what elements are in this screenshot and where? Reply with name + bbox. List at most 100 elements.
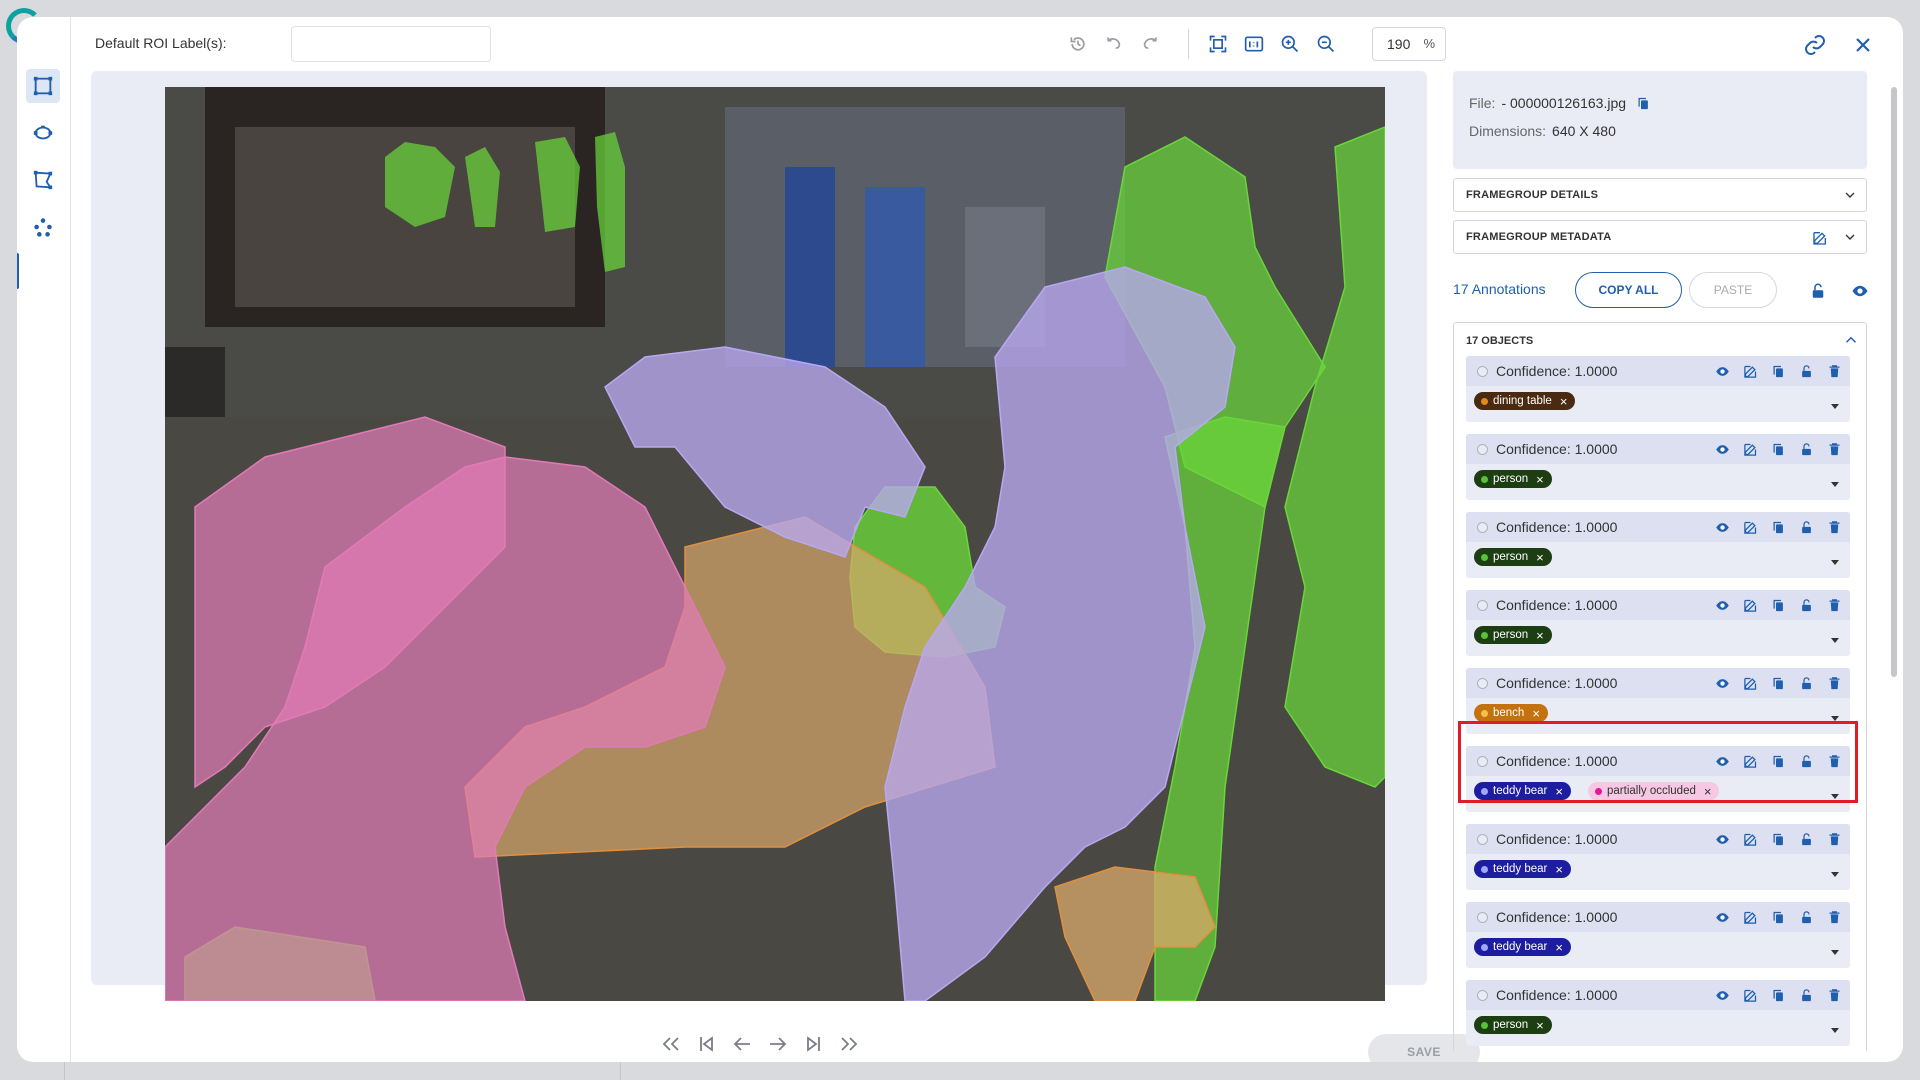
annotation-select-radio[interactable] [1477, 444, 1488, 455]
edit-button[interactable] [1741, 362, 1760, 381]
remove-label-icon[interactable]: × [1536, 629, 1544, 642]
delete-button[interactable] [1825, 674, 1844, 693]
copy-button[interactable] [1769, 674, 1788, 693]
remove-label-icon[interactable]: × [1536, 473, 1544, 486]
annotation-select-radio[interactable] [1477, 912, 1488, 923]
delete-button[interactable] [1825, 518, 1844, 537]
first-frame-button[interactable] [658, 1032, 682, 1056]
lock-open-button[interactable] [1797, 830, 1816, 849]
copy-icon[interactable] [1636, 96, 1651, 111]
delete-button[interactable] [1825, 362, 1844, 381]
label-chip[interactable]: bench × [1474, 704, 1548, 722]
annotation-select-radio[interactable] [1477, 522, 1488, 533]
copy-button[interactable] [1769, 908, 1788, 927]
visibility-button[interactable] [1713, 674, 1732, 693]
edit-button[interactable] [1741, 986, 1760, 1005]
ellipse-tool[interactable] [26, 116, 60, 150]
close-button[interactable] [1851, 33, 1875, 57]
redo-button[interactable] [1139, 33, 1161, 55]
framegroup-details-accordion[interactable]: FRAMEGROUP DETAILS [1453, 178, 1867, 212]
previous-frame-button[interactable] [730, 1032, 754, 1056]
annotation-card[interactable]: Confidence: 1.0000 person × [1466, 512, 1850, 578]
visibility-button[interactable] [1713, 362, 1732, 381]
remove-label-icon[interactable]: × [1555, 941, 1563, 954]
edit-button[interactable] [1741, 830, 1760, 849]
visibility-button[interactable] [1713, 440, 1732, 459]
previous-keyframe-button[interactable] [694, 1032, 718, 1056]
annotation-card[interactable]: Confidence: 1.0000 person × [1466, 590, 1850, 656]
zoom-level-input[interactable]: 190 % [1372, 27, 1446, 61]
next-frame-button[interactable] [766, 1032, 790, 1056]
polygon-tool[interactable] [26, 163, 60, 197]
expand-caret-icon[interactable] [1830, 1022, 1840, 1033]
lock-open-button[interactable] [1797, 518, 1816, 537]
lock-open-button[interactable] [1797, 674, 1816, 693]
visibility-button[interactable] [1713, 986, 1732, 1005]
annotation-card[interactable]: Confidence: 1.0000 teddy bear × [1466, 902, 1850, 968]
paste-button[interactable]: PASTE [1689, 272, 1777, 308]
reset-button[interactable] [1067, 33, 1089, 55]
expand-caret-icon[interactable] [1830, 710, 1840, 721]
expand-caret-icon[interactable] [1830, 398, 1840, 409]
last-frame-button[interactable] [838, 1032, 862, 1056]
expand-caret-icon[interactable] [1830, 554, 1840, 565]
copy-button[interactable] [1769, 830, 1788, 849]
undo-button[interactable] [1103, 33, 1125, 55]
edit-button[interactable] [1741, 518, 1760, 537]
expand-caret-icon[interactable] [1830, 866, 1840, 877]
label-chip[interactable]: dining table × [1474, 392, 1576, 410]
lock-open-icon[interactable] [1809, 282, 1827, 300]
delete-button[interactable] [1825, 440, 1844, 459]
share-link-button[interactable] [1803, 33, 1827, 57]
visibility-button[interactable] [1713, 518, 1732, 537]
edit-button[interactable] [1741, 596, 1760, 615]
next-keyframe-button[interactable] [802, 1032, 826, 1056]
annotation-select-radio[interactable] [1477, 834, 1488, 845]
remove-label-icon[interactable]: × [1555, 863, 1563, 876]
annotation-card[interactable]: Confidence: 1.0000 dining table × [1466, 356, 1850, 422]
label-chip[interactable]: teddy bear × [1474, 860, 1571, 878]
copy-button[interactable] [1769, 362, 1788, 381]
lock-open-button[interactable] [1797, 908, 1816, 927]
remove-label-icon[interactable]: × [1560, 395, 1568, 408]
annotation-select-radio[interactable] [1477, 678, 1488, 689]
framegroup-metadata-accordion[interactable]: FRAMEGROUP METADATA [1453, 220, 1867, 254]
zoom-in-button[interactable] [1279, 33, 1301, 55]
copy-button[interactable] [1769, 986, 1788, 1005]
lock-open-button[interactable] [1797, 362, 1816, 381]
default-roi-input[interactable] [291, 26, 491, 62]
annotated-image[interactable] [165, 87, 1385, 1001]
label-chip[interactable]: person × [1474, 626, 1552, 644]
panel-scrollbar[interactable] [1891, 87, 1897, 677]
lock-open-button[interactable] [1797, 986, 1816, 1005]
edit-button[interactable] [1741, 440, 1760, 459]
zoom-out-button[interactable] [1315, 33, 1337, 55]
label-chip[interactable]: person × [1474, 548, 1552, 566]
remove-label-icon[interactable]: × [1536, 551, 1544, 564]
fit-screen-button[interactable] [1207, 33, 1229, 55]
delete-button[interactable] [1825, 908, 1844, 927]
edit-button[interactable] [1741, 674, 1760, 693]
copy-all-button[interactable]: COPY ALL [1575, 272, 1682, 308]
delete-button[interactable] [1825, 830, 1844, 849]
visibility-button[interactable] [1713, 830, 1732, 849]
actual-size-button[interactable] [1243, 33, 1265, 55]
annotation-card[interactable]: Confidence: 1.0000 person × [1466, 434, 1850, 500]
copy-button[interactable] [1769, 596, 1788, 615]
annotation-select-radio[interactable] [1477, 990, 1488, 1001]
label-chip[interactable]: person × [1474, 1016, 1552, 1034]
annotation-select-radio[interactable] [1477, 366, 1488, 377]
visibility-button[interactable] [1713, 908, 1732, 927]
label-chip[interactable]: teddy bear × [1474, 938, 1571, 956]
visibility-button[interactable] [1713, 596, 1732, 615]
bounding-box-tool[interactable] [26, 69, 60, 103]
keypoints-tool[interactable] [26, 210, 60, 244]
annotation-card[interactable]: Confidence: 1.0000 teddy bear × [1466, 824, 1850, 890]
lock-open-button[interactable] [1797, 440, 1816, 459]
chevron-up-icon[interactable] [1842, 331, 1860, 349]
remove-label-icon[interactable]: × [1536, 1019, 1544, 1032]
edit-button[interactable] [1741, 908, 1760, 927]
copy-button[interactable] [1769, 518, 1788, 537]
lock-open-button[interactable] [1797, 596, 1816, 615]
annotation-card[interactable]: Confidence: 1.0000 person × [1466, 980, 1850, 1046]
